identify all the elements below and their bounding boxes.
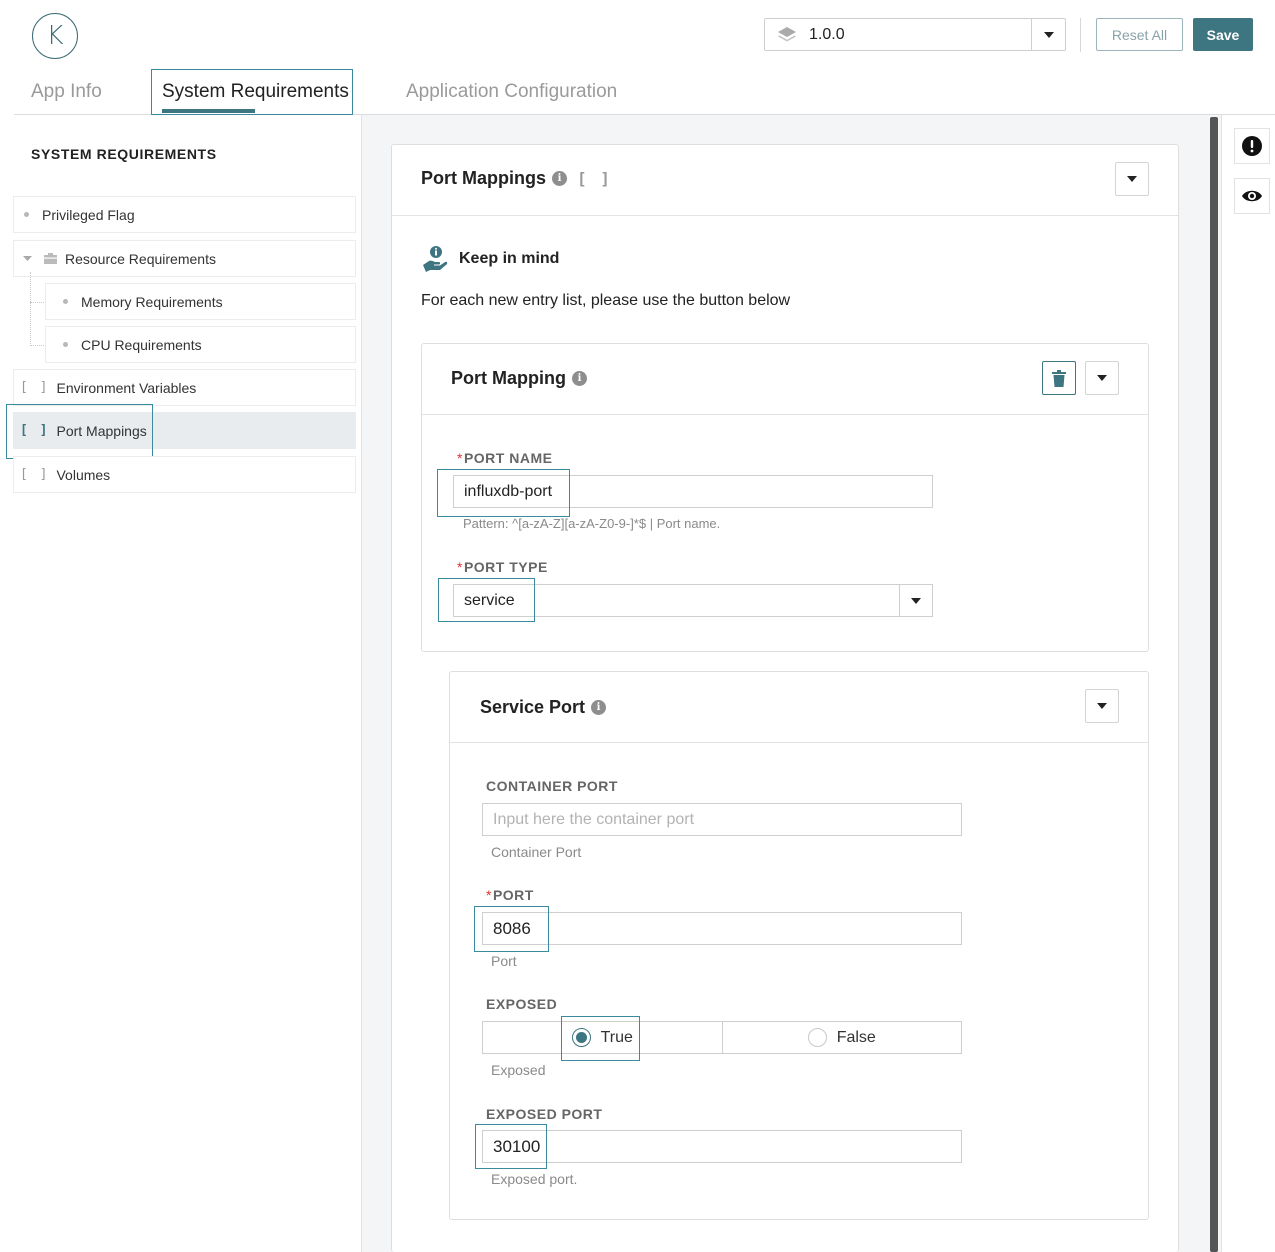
collapse-port-mapping-button[interactable] [1085, 361, 1119, 395]
radio-unselected[interactable] [807, 1028, 827, 1047]
tab-application-configuration[interactable]: Application Configuration [406, 70, 617, 114]
tree-connector [30, 302, 44, 303]
exposed-true-option[interactable]: True [483, 1022, 722, 1053]
save-button[interactable]: Save [1193, 18, 1253, 51]
reset-all-button[interactable]: Reset All [1096, 18, 1183, 51]
container-port-help: Container Port [491, 844, 582, 860]
preview-button[interactable] [1234, 178, 1270, 214]
info-icon[interactable]: i [552, 171, 567, 186]
array-icon: [ ] [577, 169, 612, 188]
chevron-down-icon[interactable] [23, 255, 32, 262]
port-name-help: Pattern: ^[a-zA-Z][a-zA-Z0-9-]*$ | Port … [463, 516, 721, 531]
port-name-label: *PORT NAME [457, 450, 553, 466]
sidebar-item-cpu-requirements[interactable]: CPU Requirements [45, 326, 356, 363]
port-type-label: *PORT TYPE [457, 559, 548, 575]
chevron-down-icon [1097, 375, 1107, 381]
sidebar-item-environment-variables[interactable]: [ ] Environment Variables [13, 369, 356, 406]
scrollbar-thumb[interactable] [1210, 117, 1218, 1252]
chevron-down-icon [1127, 176, 1137, 182]
port-mapping-title: Port Mapping i [451, 368, 587, 389]
errors-button[interactable] [1234, 128, 1270, 164]
container-port-input[interactable] [482, 803, 962, 836]
eye-icon [1241, 189, 1263, 203]
version-value: 1.0.0 [809, 25, 845, 43]
exposed-false-option[interactable]: False [721, 1022, 962, 1053]
bullet-icon [63, 299, 68, 304]
app-logo: K [32, 13, 78, 59]
collapse-port-mappings-button[interactable] [1115, 162, 1149, 196]
sidebar-item-privileged-flag[interactable]: Privileged Flag [13, 196, 356, 233]
chevron-down-icon[interactable] [899, 585, 932, 616]
info-icon[interactable]: i [591, 700, 607, 715]
tab-app-info[interactable]: App Info [31, 70, 102, 114]
collapse-service-port-button[interactable] [1085, 689, 1119, 723]
bullet-icon [63, 342, 68, 347]
trash-icon [1052, 369, 1066, 387]
active-tab-indicator [162, 109, 255, 113]
chevron-down-icon[interactable] [1031, 19, 1065, 50]
card-divider [392, 215, 1178, 216]
service-port-title: Service Port i [480, 697, 607, 718]
version-select[interactable]: 1.0.0 [764, 18, 1066, 51]
instruction-text: For each new entry list, please use the … [421, 292, 791, 309]
header-divider [1080, 18, 1081, 52]
port-label: *PORT [486, 887, 534, 903]
bullet-icon [24, 212, 29, 217]
chevron-down-icon [1097, 703, 1107, 709]
exposed-port-input[interactable] [482, 1130, 962, 1163]
exposed-label: EXPOSED [486, 996, 558, 1012]
sidebar-item-port-mappings[interactable]: [ ] Port Mappings [13, 412, 356, 449]
container-port-label: CONTAINER PORT [486, 778, 618, 794]
port-input[interactable] [482, 912, 962, 945]
port-mappings-title: Port Mappings i [ ] [421, 168, 612, 188]
port-type-select[interactable]: service [453, 584, 933, 617]
card-divider [450, 742, 1148, 743]
port-name-input[interactable] [453, 475, 933, 508]
keep-in-mind-note: Keep in mind [422, 245, 559, 273]
exposed-port-label: EXPOSED PORT [486, 1106, 603, 1122]
right-toolbar [1221, 115, 1275, 1252]
sidebar-item-memory-requirements[interactable]: Memory Requirements [45, 283, 356, 320]
port-help: Port [491, 953, 517, 969]
sidebar-item-volumes[interactable]: [ ] Volumes [13, 456, 356, 493]
exposed-radio-group: True False [482, 1021, 962, 1054]
tree-connector [30, 345, 44, 346]
sidebar-title: SYSTEM REQUIREMENTS [31, 146, 217, 162]
sidebar-item-resource-requirements[interactable]: Resource Requirements [13, 240, 356, 277]
tree-connector [30, 272, 31, 346]
hand-info-icon [422, 245, 448, 273]
layers-icon [765, 26, 809, 44]
exposed-help: Exposed [491, 1062, 546, 1078]
tab-system-requirements[interactable]: System Requirements [162, 70, 349, 114]
info-icon[interactable]: i [572, 371, 587, 386]
radio-selected[interactable] [571, 1028, 591, 1047]
array-icon: [ ] [20, 423, 50, 438]
folder-icon [44, 253, 57, 264]
delete-port-mapping-button[interactable] [1042, 361, 1076, 395]
array-icon: [ ] [20, 380, 50, 395]
port-type-value: service [464, 591, 515, 609]
array-icon: [ ] [20, 467, 50, 482]
card-divider [422, 414, 1148, 415]
exposed-port-help: Exposed port. [491, 1171, 578, 1187]
alert-icon [1242, 136, 1262, 156]
